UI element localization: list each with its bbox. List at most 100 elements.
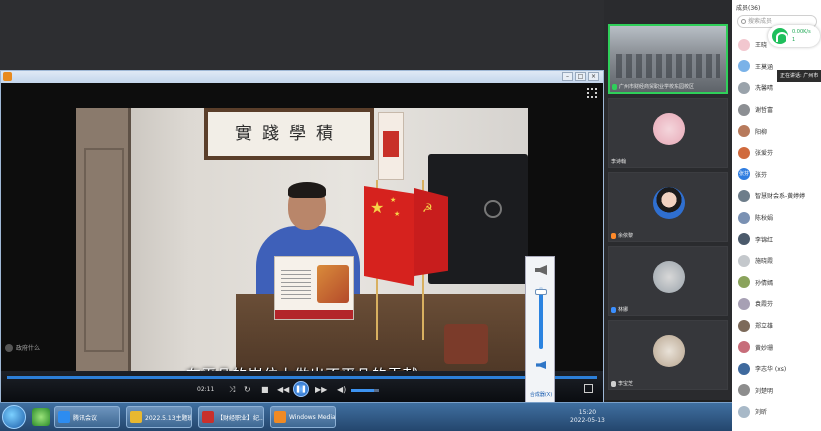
volume-slider[interactable] [351,389,379,392]
player-title-bar[interactable]: – □ × [1,71,603,83]
video-tile[interactable]: 林娜 [608,246,728,316]
app-icon [58,411,70,423]
member-name: 王莫涵 [755,63,774,71]
repeat-icon[interactable]: ↻ [244,385,251,394]
video-tile[interactable]: 广州市财经商贸职业学校东园校区 [608,24,728,94]
shuffle-icon[interactable]: ⤨ [229,385,235,394]
member-item[interactable]: 李锦红 [738,228,820,250]
video-tile[interactable]: 李宝芝 [608,320,728,390]
speaking-indicator: 正在讲话: 广州市 [777,70,821,82]
member-item[interactable]: 李志华 (xs) [738,358,820,380]
tile-name: 林娜 [618,307,629,313]
members-header: 成员(36) [736,5,761,12]
next-icon[interactable]: ▶▶ [315,385,327,394]
mic-icon [611,380,616,387]
member-item[interactable]: 张爱芬 [738,142,820,164]
video-frame[interactable]: 實踐學積 ★ ★ ★ ☭ 在平凡的岗位上做出不平凡的贡献 [76,108,528,387]
member-list: 王晓 王莫涵 冼馨晴 谢哲富 阳柳 张爱芬 张芬 张芬 智慧财会系-黄婷婷 陈秋娟 李锦红 施晓霞 孙倩… [738,34,820,423]
player-app-icon [3,72,12,81]
app-icon [274,411,286,423]
flag-star-icon: ★ [394,210,401,218]
volume-fill [539,293,543,349]
clock-time: 15:20 [578,409,597,416]
mic-icon [612,83,617,90]
side-caption: 政府什么 [5,343,40,352]
tile-label: 余依黎 [611,232,633,239]
search-icon [741,19,746,24]
maximize-button[interactable]: □ [575,72,586,81]
national-flag: ★ ★ ★ [364,186,416,286]
time-display: 02:11 [197,386,215,393]
network-count: 1 [792,37,796,43]
volume-knob[interactable] [535,289,547,295]
member-name: 冼馨晴 [755,85,774,93]
caption-icon [5,343,13,352]
windows-taskbar: 15:20 2022-05-13 腾讯会议 2022.5.13主题班日 【财经职业】… [0,402,732,431]
seek-bar[interactable] [7,376,597,379]
member-item[interactable]: 黄妙珊 [738,336,820,358]
member-item[interactable]: 陈秋娟 [738,207,820,229]
avatar [738,103,750,116]
red-scroll [378,112,404,180]
taskbar-item[interactable]: 2022.5.13主题班日 [126,406,192,428]
avatar [738,297,750,310]
avatar [738,81,750,94]
member-name: 李志华 (xs) [755,366,787,374]
close-button[interactable]: × [588,72,599,81]
tile-label: 广州市财经商贸职业学校东园校区 [612,83,694,90]
member-item[interactable]: 张芬 张芬 [738,164,820,186]
member-item[interactable]: 刘昕 [738,401,820,423]
member-name: 智慧财会系-黄婷婷 [755,193,806,201]
avatar [738,276,750,289]
seek-progress [7,376,597,379]
mute-toggle-icon[interactable] [536,361,546,369]
member-item[interactable]: 施晓霞 [738,250,820,272]
switch-view-icon[interactable] [584,384,593,393]
volume-mixer-link[interactable]: 合成器(X) [527,391,555,398]
speaker-icon[interactable]: ◀) [337,385,346,394]
clock[interactable]: 15:20 2022-05-13 [570,409,605,425]
taskbar-item[interactable]: Windows Media... [270,406,336,428]
member-item[interactable]: 阳柳 [738,120,820,142]
video-tile[interactable]: 余依黎 [608,172,728,242]
clock-date: 2022-05-13 [570,417,605,424]
app-icon [130,411,142,423]
minimize-button[interactable]: – [562,72,573,81]
member-name: 阳柳 [755,128,768,136]
avatar: 张芬 [738,168,750,181]
taskbar-item[interactable]: 腾讯会议 [54,406,120,428]
avatar [738,125,750,138]
meeting-top-area [0,0,604,70]
avatar [738,60,750,73]
taskbar-item-label: 【财经职业】纪... [217,414,264,422]
network-status[interactable]: 0.00K/s 1 [768,25,820,47]
browser-icon[interactable] [32,408,50,426]
video-tile[interactable]: 李诗翰 [608,98,728,168]
tile-name: 余依黎 [618,233,634,239]
pause-button[interactable]: ❚❚ [293,381,309,397]
member-item[interactable]: 袁霞芬 [738,293,820,315]
member-name: 李锦红 [755,236,774,244]
flag-star-icon: ★ [370,198,385,217]
taskbar-item[interactable]: 【财经职业】纪... [198,406,264,428]
mic-icon [611,306,616,313]
system-tray: 15:20 2022-05-13 [548,407,732,429]
app-icon [202,411,214,423]
pen-holder [444,324,488,364]
start-button[interactable] [2,405,26,429]
tile-name: 李宝芝 [618,381,634,387]
media-player-window: – □ × 實踐學積 ★ ★ ★ ☭ 政府什么 02:11 ⤨ ↻ ■ ◀◀ ❚… [0,70,604,404]
member-name: 袁霞芬 [755,301,774,309]
stop-icon[interactable]: ■ [261,385,269,394]
member-item[interactable]: 智慧财会系-黄婷婷 [738,185,820,207]
tile-name: 广州市财经商贸职业学校东园校区 [619,84,695,90]
window-buttons: – □ × [562,72,599,81]
member-item[interactable]: 谢哲富 [738,99,820,121]
participant-video-column: 广州市财经商贸职业学校东园校区 李诗翰 余依黎 林娜 李宝芝 [604,0,732,400]
member-item[interactable]: 孙倩嫣 [738,272,820,294]
fullscreen-icon[interactable] [587,88,597,98]
previous-icon[interactable]: ◀◀ [277,385,289,394]
member-item[interactable]: 郑立雄 [738,315,820,337]
device-speaker-icon [535,265,547,275]
member-item[interactable]: 刘楚明 [738,380,820,402]
